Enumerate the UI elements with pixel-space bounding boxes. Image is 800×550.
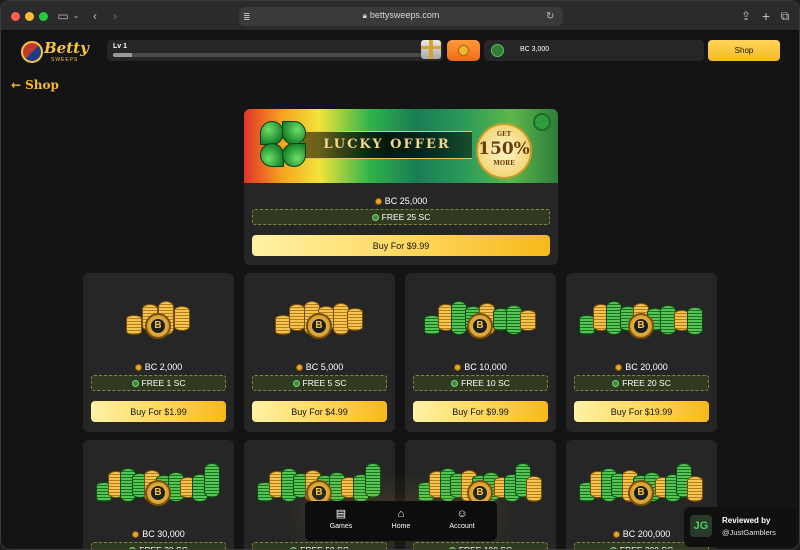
new-tab-icon[interactable]: + bbox=[759, 7, 773, 25]
home-icon: ⌂ bbox=[397, 508, 405, 520]
gold-coin-icon bbox=[295, 364, 303, 371]
zoom-window-button[interactable] bbox=[39, 12, 48, 21]
minimize-window-button[interactable] bbox=[25, 12, 34, 21]
lucky-offer-banner: LUCKY OFFER GET 150% MORE bbox=[244, 109, 558, 183]
b-coin-icon: B bbox=[306, 313, 332, 339]
coin-pile-image: B bbox=[405, 273, 556, 355]
sweeps-coin-icon bbox=[451, 380, 459, 387]
sweeps-coin-icon bbox=[491, 44, 504, 57]
package-bc: BC 5,000 bbox=[244, 362, 395, 372]
package-buy-button[interactable]: Buy For $4.99 bbox=[252, 401, 387, 422]
package-free-sc: FREE 30 SC bbox=[91, 542, 226, 549]
logo-text: Betty bbox=[44, 39, 89, 57]
sweeps-coin-icon bbox=[612, 380, 620, 387]
url-text: bettysweeps.com bbox=[369, 10, 440, 20]
justgamblers-logo: JG bbox=[690, 515, 712, 537]
coin-pile-image: B bbox=[83, 273, 234, 355]
lock-icon: 🔒︎ bbox=[362, 11, 367, 20]
sweeps-coin-icon bbox=[371, 214, 379, 221]
gold-coin-icon bbox=[134, 364, 142, 371]
betty-logo[interactable]: Betty SWEEPS bbox=[21, 39, 91, 67]
package-buy-button[interactable]: Buy For $9.99 bbox=[413, 401, 548, 422]
banner-title: LUCKY OFFER bbox=[323, 137, 451, 152]
bottom-nav: ▤ Games ⌂ Home ☺ Account bbox=[305, 501, 497, 541]
b-coin-icon: B bbox=[145, 480, 171, 506]
package-free-sc: FREE 5 SC bbox=[252, 375, 387, 391]
chevron-down-icon[interactable]: ⌄ bbox=[71, 7, 81, 25]
package-card: B BC 5,000 FREE 5 SC Buy For $4.99 bbox=[244, 273, 395, 432]
package-card: B BC 10,000 FREE 10 SC Buy For $9.99 bbox=[405, 273, 556, 432]
reload-icon[interactable]: ↻ bbox=[546, 8, 554, 26]
b-coin-icon: B bbox=[145, 313, 171, 339]
account-icon: ☺ bbox=[456, 508, 468, 520]
logo-subtext: SWEEPS bbox=[51, 57, 79, 63]
level-track bbox=[113, 53, 423, 57]
nav-account[interactable]: ☺ Account bbox=[434, 507, 490, 530]
package-buy-button[interactable]: Buy For $19.99 bbox=[574, 401, 709, 422]
package-buy-button[interactable]: Buy For $1.99 bbox=[91, 401, 226, 422]
package-free-sc: FREE 100 SC bbox=[413, 542, 548, 549]
level-progress: Lv 1 6% bbox=[107, 40, 443, 61]
featured-bc: BC 25,000 bbox=[244, 196, 558, 206]
featured-offer-card: LUCKY OFFER GET 150% MORE BC 25,000 FREE… bbox=[244, 109, 558, 265]
coin-pile-image: B bbox=[244, 273, 395, 355]
package-card: B BC 20,000 FREE 20 SC Buy For $19.99 bbox=[566, 273, 717, 432]
page-title: Shop bbox=[25, 78, 59, 92]
gold-coin-icon bbox=[615, 364, 623, 371]
sidebar-icon[interactable]: ▭ bbox=[57, 7, 69, 25]
package-free-sc: FREE 10 SC bbox=[413, 375, 548, 391]
browser-toolbar: ▭ ⌄ ‹ › ≣ 🔒︎ bettysweeps.com ↻ ⇪ + ⧉ bbox=[1, 1, 799, 31]
review-badge[interactable]: JG Reviewed by @JustGamblers bbox=[684, 507, 796, 547]
balance-display[interactable]: BC 3,000 bbox=[484, 40, 704, 61]
back-to-shop[interactable]: ← Shop bbox=[11, 78, 59, 92]
forward-nav-icon[interactable]: › bbox=[109, 7, 121, 25]
package-free-sc: FREE 20 SC bbox=[574, 375, 709, 391]
level-label: Lv 1 bbox=[113, 43, 128, 50]
package-bc: BC 30,000 bbox=[83, 529, 234, 539]
clover-icon bbox=[256, 117, 312, 173]
b-coin-icon: B bbox=[628, 313, 654, 339]
site-content: Betty SWEEPS Lv 1 6% BC 3,000 Shop ← Shop bbox=[1, 31, 799, 549]
package-bc: BC 2,000 bbox=[83, 362, 234, 372]
tabs-overview-icon[interactable]: ⧉ bbox=[778, 7, 792, 25]
b-coin-icon: B bbox=[628, 480, 654, 506]
gold-coin-icon bbox=[454, 364, 462, 371]
featured-free-sc: FREE 25 SC bbox=[252, 209, 550, 225]
level-percent: 6% bbox=[115, 52, 121, 57]
coin-pile-image: B bbox=[566, 273, 717, 355]
shop-button[interactable]: Shop bbox=[708, 40, 780, 61]
package-free-sc: FREE 50 SC bbox=[252, 542, 387, 549]
package-bc: BC 20,000 bbox=[566, 362, 717, 372]
featured-buy-button[interactable]: Buy For $9.99 bbox=[252, 235, 550, 256]
bonus-seal: GET 150% MORE bbox=[476, 123, 532, 179]
gift-icon[interactable] bbox=[421, 40, 441, 59]
sweeps-coin-icon bbox=[131, 380, 139, 387]
coin-toggle-button[interactable] bbox=[447, 40, 480, 61]
gold-coin-icon bbox=[132, 531, 140, 538]
gold-coin-icon bbox=[458, 45, 469, 56]
review-line-2: @JustGamblers bbox=[722, 528, 776, 537]
balance-text: BC 3,000 bbox=[520, 46, 550, 53]
review-line-1: Reviewed by bbox=[722, 516, 771, 525]
package-bc: BC 10,000 bbox=[405, 362, 556, 372]
package-card: B BC 2,000 FREE 1 SC Buy For $1.99 bbox=[83, 273, 234, 432]
back-arrow-icon: ← bbox=[11, 78, 22, 92]
address-bar[interactable]: ≣ 🔒︎ bettysweeps.com ↻ bbox=[239, 7, 563, 26]
package-card: B BC 30,000 FREE 30 SC bbox=[83, 440, 234, 549]
b-coin-icon: B bbox=[467, 313, 493, 339]
coin-pile-image: B bbox=[83, 440, 234, 522]
flag-badge-icon bbox=[21, 41, 43, 63]
games-icon: ▤ bbox=[335, 508, 347, 520]
close-window-button[interactable] bbox=[11, 12, 20, 21]
nav-games[interactable]: ▤ Games bbox=[313, 507, 369, 530]
browser-window: ▭ ⌄ ‹ › ≣ 🔒︎ bettysweeps.com ↻ ⇪ + ⧉ Bett… bbox=[0, 0, 800, 550]
gold-coin-icon bbox=[374, 198, 382, 205]
package-free-sc: FREE 1 SC bbox=[91, 375, 226, 391]
nav-home[interactable]: ⌂ Home bbox=[373, 507, 429, 530]
sweeps-coin-icon bbox=[292, 380, 300, 387]
back-nav-icon[interactable]: ‹ bbox=[89, 7, 101, 25]
share-icon[interactable]: ⇪ bbox=[739, 7, 753, 25]
gold-coin-icon bbox=[612, 531, 620, 538]
small-clover-icon bbox=[535, 115, 549, 129]
